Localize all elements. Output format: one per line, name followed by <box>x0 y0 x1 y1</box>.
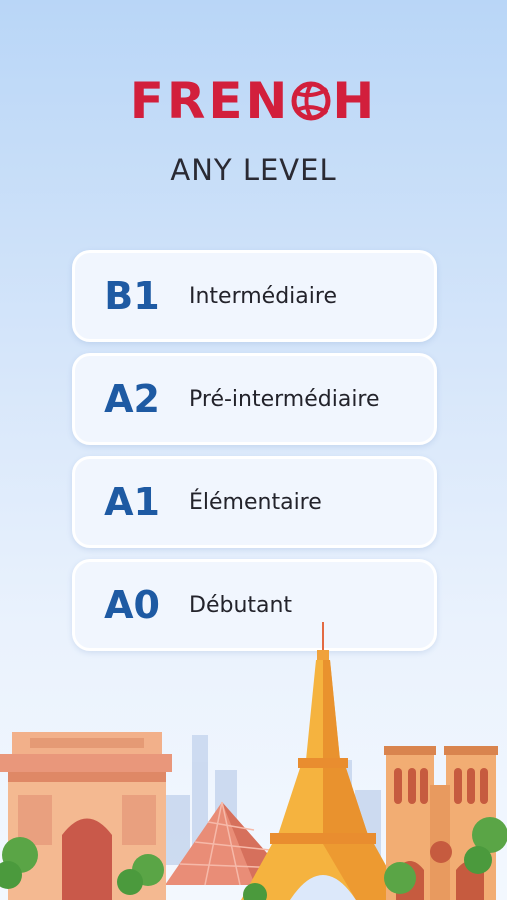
title-part-1: FREN <box>129 72 291 130</box>
level-name: Intermédiaire <box>189 283 337 309</box>
level-code: B1 <box>104 274 160 318</box>
level-list: B1 Intermédiaire A2 Pré-intermédiaire A1… <box>72 250 437 662</box>
level-option-a2[interactable]: A2 Pré-intermédiaire <box>72 353 437 445</box>
level-option-a1[interactable]: A1 Élémentaire <box>72 456 437 548</box>
level-name: Pré-intermédiaire <box>189 386 380 412</box>
level-option-b1[interactable]: B1 Intermédiaire <box>72 250 437 342</box>
level-name: Débutant <box>189 592 293 618</box>
level-name: Élémentaire <box>189 489 322 515</box>
page-subtitle: ANY LEVEL <box>170 153 337 187</box>
title-part-2: H <box>332 72 378 130</box>
paris-landmarks-illustration <box>0 622 507 900</box>
level-code: A1 <box>104 480 160 524</box>
app-title: FREN H <box>0 76 507 126</box>
volleyball-icon <box>291 81 331 121</box>
level-code: A2 <box>104 377 160 421</box>
eiffel-tower <box>241 622 405 900</box>
